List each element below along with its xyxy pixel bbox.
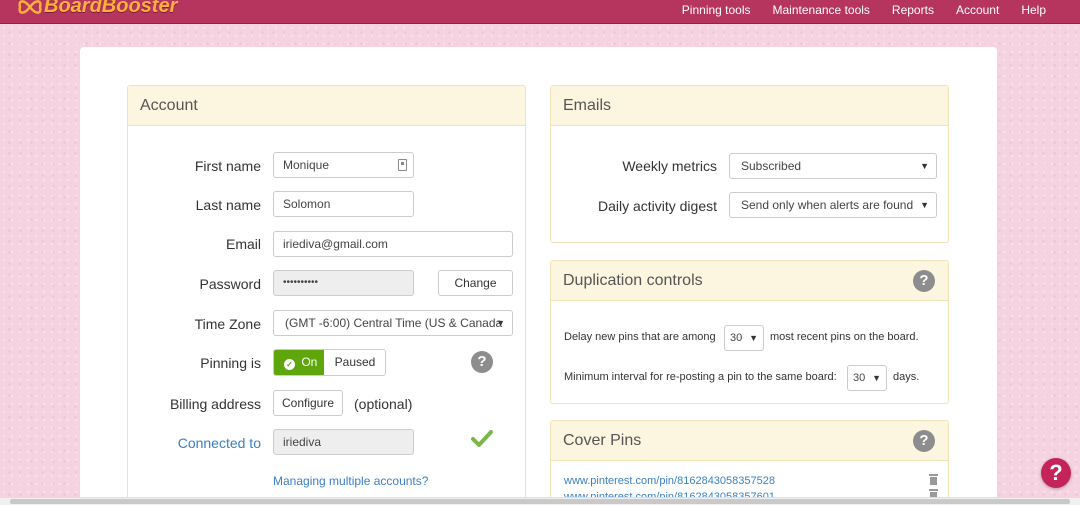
- connected-account-field: iriediva: [273, 429, 414, 455]
- interval-prefix-text: Minimum interval for re-posting a pin to…: [564, 371, 837, 383]
- chevron-down-icon: ▼: [872, 373, 881, 383]
- checkmark-icon: [471, 430, 493, 451]
- logo[interactable]: BoardBooster: [18, 0, 177, 18]
- delay-count-select[interactable]: 30 ▼: [724, 325, 764, 351]
- duplication-panel: Duplication controls ? Delay new pins th…: [550, 260, 949, 404]
- contact-card-icon: [398, 159, 407, 171]
- optional-text: (optional): [354, 396, 413, 412]
- chevron-down-icon: ▼: [496, 318, 505, 328]
- daily-digest-value: Send only when alerts are found: [741, 198, 914, 212]
- weekly-metrics-label: Weekly metrics: [622, 158, 717, 174]
- logo-text: BoardBooster: [44, 0, 178, 17]
- bow-icon: [18, 0, 42, 14]
- timezone-select[interactable]: (GMT -6:00) Central Time (US & Canada ▼: [273, 310, 513, 336]
- delay-count-value: 30: [730, 332, 743, 344]
- cover-pin-link[interactable]: www.pinterest.com/pin/8162843058357528: [564, 475, 775, 487]
- configure-billing-button[interactable]: Configure: [273, 390, 343, 416]
- help-icon[interactable]: ?: [913, 270, 935, 292]
- main-card: Account First name Monique Last name Sol…: [80, 47, 997, 505]
- last-name-field[interactable]: Solomon: [273, 191, 414, 217]
- first-name-field[interactable]: Monique: [273, 152, 414, 178]
- weekly-metrics-select[interactable]: Subscribed ▼: [729, 153, 937, 179]
- first-name-label: First name: [194, 158, 261, 174]
- daily-digest-label: Daily activity digest: [597, 198, 717, 214]
- nav-help[interactable]: Help: [1021, 3, 1046, 17]
- top-navbar: BoardBooster Pinning tools Maintenance t…: [0, 0, 1080, 24]
- pinning-paused-button[interactable]: Paused: [324, 350, 385, 375]
- scrollbar-thumb[interactable]: [10, 499, 1070, 504]
- pinning-on-button[interactable]: ✓ On: [274, 350, 324, 375]
- pinning-label: Pinning is: [200, 355, 261, 371]
- help-icon[interactable]: ?: [913, 430, 935, 452]
- cover-pins-title-text: Cover Pins: [563, 432, 642, 449]
- interval-suffix-text: days.: [893, 371, 920, 383]
- daily-digest-select[interactable]: Send only when alerts are found ▼: [729, 192, 937, 218]
- nav-maintenance-tools[interactable]: Maintenance tools: [773, 3, 870, 17]
- interval-value: 30: [853, 372, 866, 384]
- emails-panel-title: Emails: [551, 86, 948, 126]
- timezone-label: Time Zone: [194, 316, 261, 332]
- nav-pinning-tools[interactable]: Pinning tools: [682, 3, 751, 17]
- account-panel: Account First name Monique Last name Sol…: [127, 85, 526, 505]
- interval-select[interactable]: 30 ▼: [847, 365, 887, 391]
- duplication-panel-title: Duplication controls ?: [551, 261, 948, 301]
- password-label: Password: [199, 276, 261, 292]
- cover-pins-panel-title: Cover Pins ?: [551, 421, 948, 461]
- account-panel-title: Account: [128, 86, 525, 126]
- check-circle-icon: ✓: [284, 359, 295, 370]
- pinning-toggle[interactable]: ✓ On Paused: [273, 349, 386, 376]
- first-name-value: Monique: [283, 158, 330, 172]
- chevron-down-icon: ▼: [749, 333, 758, 343]
- pinning-on-label: On: [301, 355, 318, 369]
- email-label: Email: [225, 236, 261, 252]
- timezone-value: (GMT -6:00) Central Time (US & Canada: [285, 316, 503, 330]
- cover-pins-panel: Cover Pins ? www.pinterest.com/pin/81628…: [550, 420, 949, 505]
- delay-prefix-text: Delay new pins that are among: [564, 331, 716, 343]
- weekly-metrics-value: Subscribed: [741, 159, 802, 173]
- horizontal-scrollbar[interactable]: [0, 497, 1080, 505]
- last-name-label: Last name: [195, 197, 261, 213]
- billing-label: Billing address: [169, 396, 261, 412]
- email-field[interactable]: iriediva@gmail.com: [273, 231, 513, 257]
- chevron-down-icon: ▼: [920, 161, 929, 171]
- chevron-down-icon: ▼: [920, 200, 929, 210]
- nav-account[interactable]: Account: [956, 3, 999, 17]
- nav-reports[interactable]: Reports: [892, 3, 934, 17]
- duplication-title-text: Duplication controls: [563, 272, 703, 289]
- password-field: ••••••••••: [273, 270, 414, 296]
- delay-suffix-text: most recent pins on the board.: [770, 331, 919, 343]
- help-icon[interactable]: ?: [471, 351, 493, 373]
- multiple-accounts-link[interactable]: Managing multiple accounts?: [273, 474, 428, 488]
- connected-to-label[interactable]: Connected to: [128, 435, 261, 451]
- main-nav: Pinning tools Maintenance tools Reports …: [682, 0, 1046, 20]
- floating-help-button[interactable]: ?: [1041, 458, 1071, 488]
- change-password-button[interactable]: Change: [438, 270, 513, 296]
- emails-panel: Emails Weekly metrics Subscribed ▼ Daily…: [550, 85, 949, 243]
- trash-icon[interactable]: [929, 474, 938, 485]
